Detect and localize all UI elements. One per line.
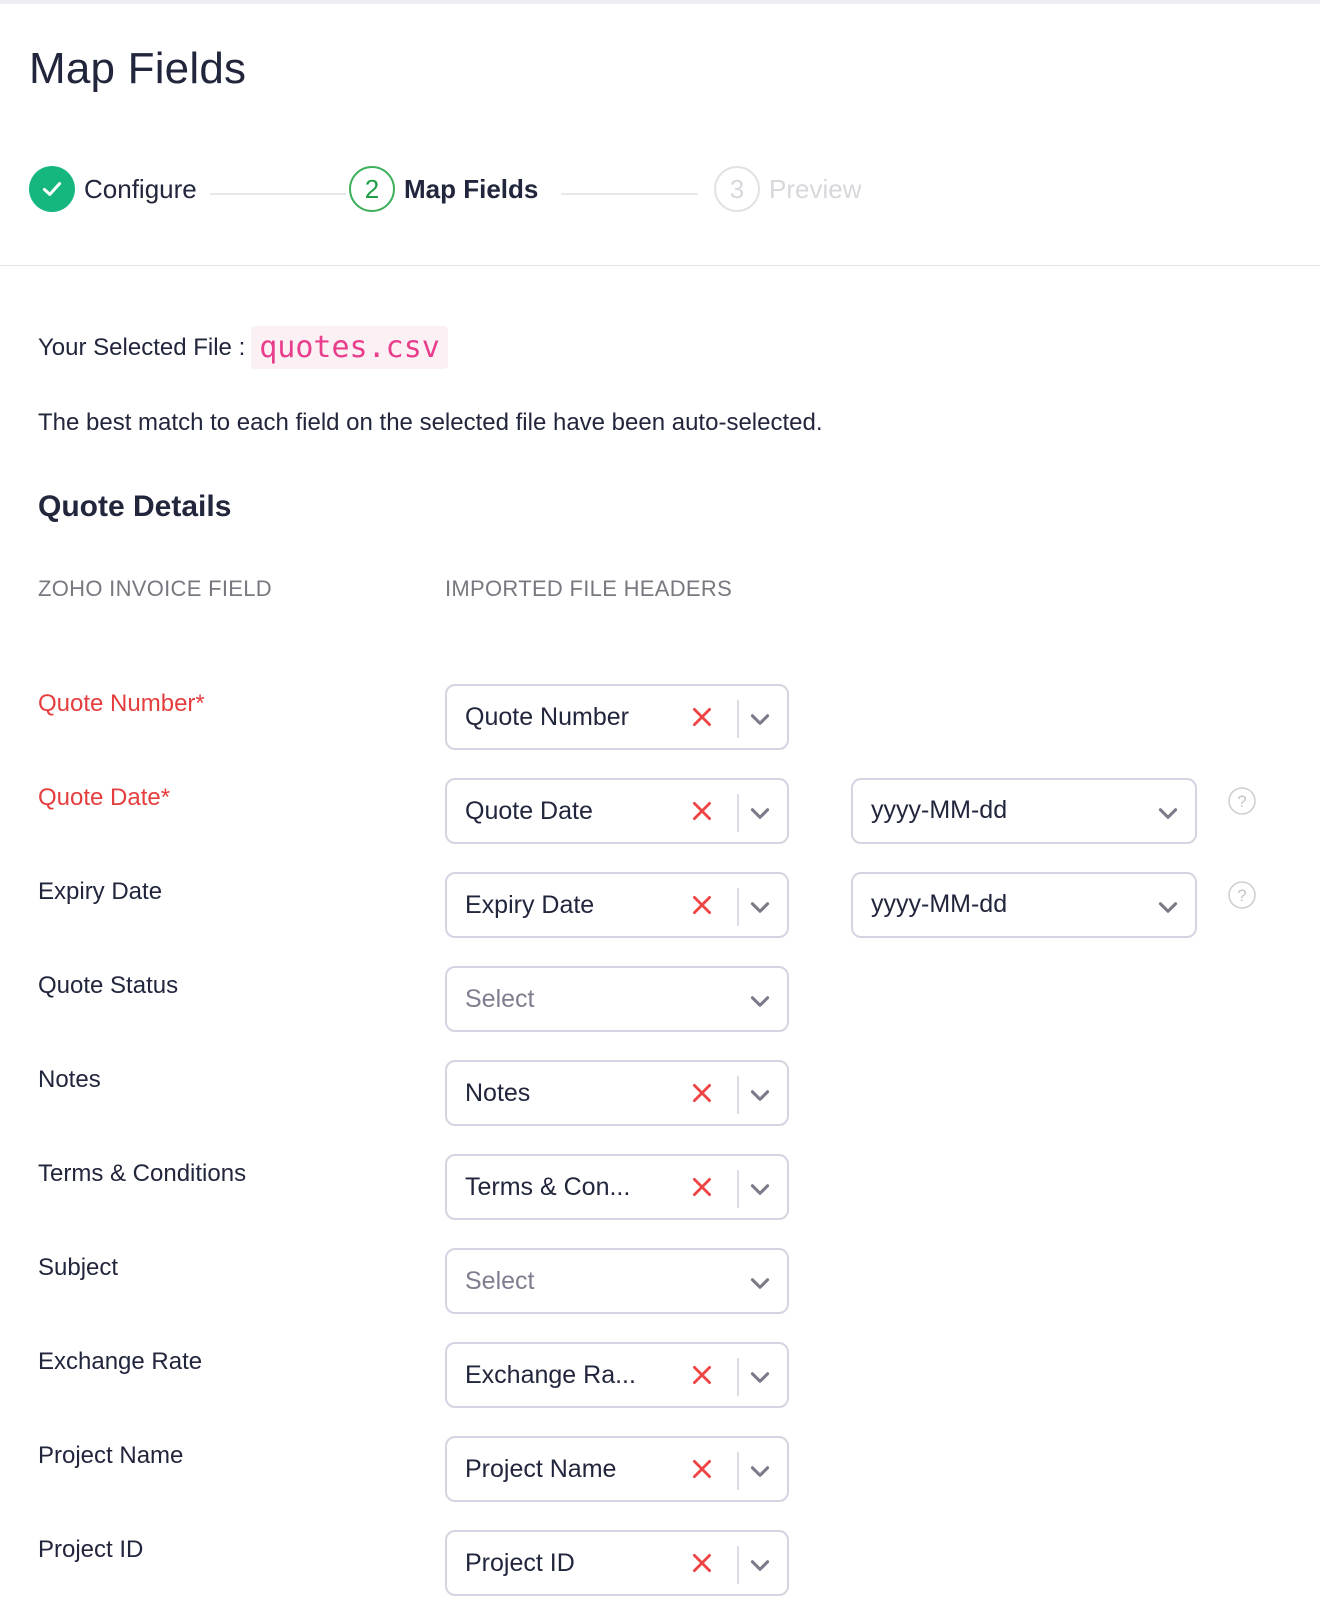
divider <box>737 1076 739 1114</box>
chevron-down-icon[interactable] <box>747 706 773 732</box>
field-label: Quote Status <box>38 972 179 999</box>
mapping-row: Terms & Conditions Terms & Con... <box>0 1154 1320 1220</box>
step-map-fields[interactable]: 2 Map Fields <box>349 164 538 214</box>
mapping-row: Project Name Project Name <box>0 1436 1320 1502</box>
select-placeholder: Select <box>465 984 535 1013</box>
mapping-row: Quote Date* Quote Date yyyy-MM-dd? <box>0 778 1320 844</box>
step-number-badge: 2 <box>349 166 395 212</box>
mapping-row: Quote Number* Quote Number <box>0 684 1320 750</box>
divider <box>737 1358 739 1396</box>
divider <box>737 888 739 926</box>
chevron-down-icon[interactable] <box>747 1176 773 1202</box>
auto-select-description: The best match to each field on the sele… <box>38 409 823 436</box>
step-label: Preview <box>769 173 862 204</box>
field-label: Exchange Rate <box>38 1348 203 1375</box>
help-icon[interactable]: ? <box>1227 880 1257 910</box>
svg-text:?: ? <box>1237 886 1246 905</box>
mapping-row: Quote Status Select <box>0 966 1320 1032</box>
selected-value: Quote Date <box>465 796 593 825</box>
mapping-row: Expiry Date Expiry Date yyyy-MM-dd? <box>0 872 1320 938</box>
selected-format: yyyy-MM-dd <box>871 796 1008 824</box>
field-label: Project ID <box>38 1536 144 1563</box>
chevron-down-icon[interactable] <box>747 988 773 1014</box>
imported-header-select[interactable]: Expiry Date <box>445 872 789 938</box>
mapping-row: Notes Notes <box>0 1060 1320 1126</box>
field-label: Subject <box>38 1254 119 1281</box>
clear-icon[interactable] <box>689 892 715 918</box>
selected-file-name: quotes.csv <box>251 326 448 369</box>
clear-icon[interactable] <box>689 1456 715 1482</box>
clear-icon[interactable] <box>689 1174 715 1200</box>
page-header: Map Fields Configure 2 Map Fields 3 Prev… <box>0 4 1320 266</box>
check-icon <box>42 182 62 196</box>
date-format-select[interactable]: yyyy-MM-dd <box>851 872 1197 938</box>
clear-icon[interactable] <box>689 1362 715 1388</box>
selected-value: Project ID <box>465 1548 575 1577</box>
imported-header-select[interactable]: Exchange Ra... <box>445 1342 789 1408</box>
step-configure[interactable]: Configure <box>29 164 197 214</box>
imported-header-select[interactable]: Quote Number <box>445 684 789 750</box>
imported-header-select[interactable]: Quote Date <box>445 778 789 844</box>
imported-header-select[interactable]: Project ID <box>445 1530 789 1596</box>
selected-value: Quote Number <box>465 702 629 731</box>
field-label: Terms & Conditions <box>38 1160 247 1187</box>
selected-value: Expiry Date <box>465 890 595 919</box>
column-header-imported: IMPORTED FILE HEADERS <box>445 576 733 601</box>
imported-header-select[interactable]: Notes <box>445 1060 789 1126</box>
clear-icon[interactable] <box>689 704 715 730</box>
selected-file: Your Selected File : quotes.csv <box>38 326 448 369</box>
clear-icon[interactable] <box>689 1080 715 1106</box>
page-title: Map Fields <box>29 44 247 93</box>
step-label: Map Fields <box>404 173 539 204</box>
chevron-down-icon[interactable] <box>747 1458 773 1484</box>
selected-value: Exchange Ra... <box>465 1360 636 1389</box>
selected-format: yyyy-MM-dd <box>871 890 1008 918</box>
mapping-row: Subject Select <box>0 1248 1320 1314</box>
chevron-down-icon[interactable] <box>747 1082 773 1108</box>
divider <box>737 1546 739 1584</box>
help-icon[interactable]: ? <box>1227 786 1257 816</box>
step-preview[interactable]: 3 Preview <box>714 164 861 214</box>
field-label: Expiry Date <box>38 878 163 905</box>
column-header-field: ZOHO INVOICE FIELD <box>38 576 272 601</box>
step-completed-badge <box>29 166 75 212</box>
selected-value: Project Name <box>465 1454 617 1483</box>
mapping-row: Project ID Project ID <box>0 1530 1320 1596</box>
stepper: Configure 2 Map Fields 3 Preview <box>29 164 929 214</box>
chevron-down-icon[interactable] <box>1155 800 1181 826</box>
field-label: Project Name <box>38 1442 184 1469</box>
imported-header-select[interactable]: Terms & Con... <box>445 1154 789 1220</box>
chevron-down-icon[interactable] <box>1155 894 1181 920</box>
imported-header-select[interactable]: Select <box>445 966 789 1032</box>
section-title: Quote Details <box>38 490 232 523</box>
divider <box>737 1170 739 1208</box>
date-format-select[interactable]: yyyy-MM-dd <box>851 778 1197 844</box>
mapping-row: Exchange Rate Exchange Ra... <box>0 1342 1320 1408</box>
chevron-down-icon[interactable] <box>747 1364 773 1390</box>
field-label: Notes <box>38 1066 101 1093</box>
clear-icon[interactable] <box>689 1550 715 1576</box>
chevron-down-icon[interactable] <box>747 1270 773 1296</box>
select-placeholder: Select <box>465 1266 535 1295</box>
field-label: Quote Date* <box>38 784 171 811</box>
divider <box>737 794 739 832</box>
clear-icon[interactable] <box>689 798 715 824</box>
divider <box>737 700 739 738</box>
chevron-down-icon[interactable] <box>747 800 773 826</box>
selected-file-label: Your Selected File : <box>38 333 246 361</box>
divider <box>737 1452 739 1490</box>
step-label: Configure <box>84 173 197 204</box>
selected-value: Notes <box>465 1078 531 1107</box>
step-connector <box>210 193 346 195</box>
step-connector <box>561 193 698 195</box>
chevron-down-icon[interactable] <box>747 1552 773 1578</box>
chevron-down-icon[interactable] <box>747 894 773 920</box>
svg-text:?: ? <box>1237 792 1246 811</box>
field-label: Quote Number* <box>38 690 205 717</box>
imported-header-select[interactable]: Project Name <box>445 1436 789 1502</box>
imported-header-select[interactable]: Select <box>445 1248 789 1314</box>
selected-value: Terms & Con... <box>465 1172 631 1201</box>
step-number-badge: 3 <box>714 166 760 212</box>
